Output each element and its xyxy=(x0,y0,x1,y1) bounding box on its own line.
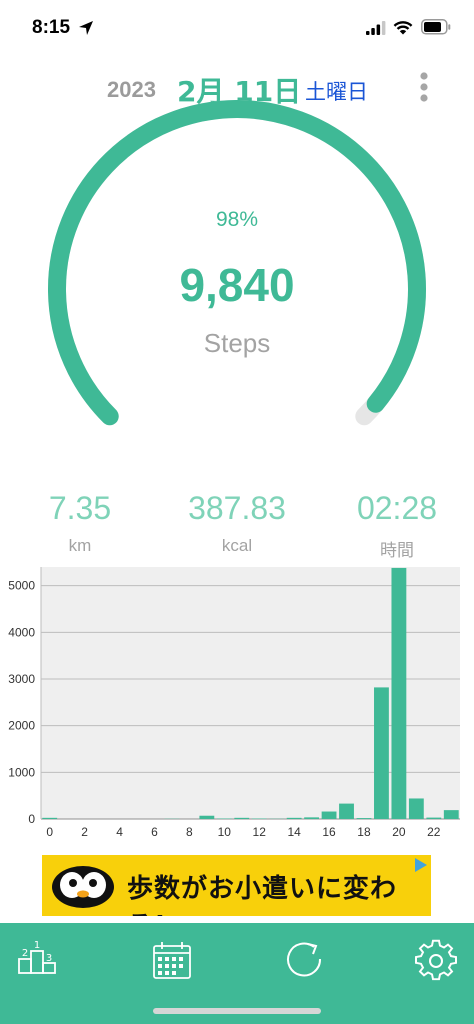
bar-hour-17 xyxy=(339,803,354,819)
status-bar: 8:15 xyxy=(0,0,474,60)
x-tick-label: 20 xyxy=(392,825,406,839)
distance-value: 7.35 xyxy=(48,490,112,526)
step-count: 9,840 xyxy=(179,259,295,311)
time-stat: 02:28 時間 xyxy=(317,490,474,561)
time-value: 02:28 xyxy=(356,490,438,526)
x-tick-label: 4 xyxy=(116,825,123,839)
bar-hour-16 xyxy=(321,811,337,819)
battery-icon xyxy=(421,19,451,35)
more-options-icon[interactable] xyxy=(412,70,436,104)
y-tick-label: 4000 xyxy=(8,625,35,639)
x-tick-label: 18 xyxy=(357,825,371,839)
wifi-icon xyxy=(393,21,413,35)
x-tick-label: 12 xyxy=(253,825,267,839)
home-indicator[interactable] xyxy=(153,1008,321,1014)
bar-hour-11 xyxy=(234,817,250,819)
bar-hour-23 xyxy=(443,810,459,819)
y-tick-label: 2000 xyxy=(8,719,35,733)
distance-stat: 7.35 km xyxy=(0,490,160,556)
bar-hour-19 xyxy=(374,687,389,819)
location-arrow-icon xyxy=(79,21,93,35)
bar-hour-18 xyxy=(356,818,372,819)
bar-hour-21 xyxy=(408,798,424,819)
ad-choices-icon[interactable] xyxy=(413,857,429,873)
x-tick-label: 8 xyxy=(186,825,193,839)
svg-text:3: 3 xyxy=(46,953,52,964)
y-tick-label: 3000 xyxy=(8,672,35,686)
ad-text: 歩数がお小遣いに変わる! xyxy=(127,874,398,916)
ad-banner[interactable]: 歩数がお小遣いに変わる! xyxy=(42,855,431,916)
y-tick-label: 1000 xyxy=(8,765,35,779)
penguin-icon xyxy=(52,866,114,908)
calories-value: 387.83 xyxy=(188,490,286,526)
x-tick-label: 0 xyxy=(46,825,53,839)
bar-hour-15 xyxy=(304,817,320,819)
settings-icon[interactable] xyxy=(412,937,460,985)
x-tick-label: 16 xyxy=(322,825,336,839)
y-axis-ticks: 0 1000 2000 3000 4000 5000 xyxy=(8,579,35,826)
time-unit: 時間 xyxy=(380,541,414,560)
bar-hour-22 xyxy=(426,817,442,819)
svg-text:2: 2 xyxy=(22,948,28,959)
x-tick-label: 2 xyxy=(81,825,88,839)
goal-percent: 98% xyxy=(215,208,259,231)
svg-text:1: 1 xyxy=(34,940,40,951)
x-tick-label: 14 xyxy=(287,825,301,839)
refresh-icon[interactable] xyxy=(280,937,328,985)
x-tick-label: 10 xyxy=(218,825,232,839)
calendar-icon[interactable] xyxy=(148,937,196,985)
bar-hour-0 xyxy=(42,817,58,819)
hourly-steps-chart: 0 1000 2000 3000 4000 5000 0 2 4 6 8 10 12 14 16 18 20 2… xyxy=(8,567,460,839)
x-tick-label: 22 xyxy=(427,825,441,839)
y-tick-label: 0 xyxy=(28,812,35,826)
status-time: 8:15 xyxy=(32,17,71,38)
ranking-icon[interactable]: 1 2 3 xyxy=(14,937,62,985)
step-unit-label: Steps xyxy=(203,328,271,358)
bar-hour-14 xyxy=(286,817,302,819)
calories-unit: kcal xyxy=(221,536,253,555)
x-tick-label: 6 xyxy=(151,825,158,839)
y-tick-label: 5000 xyxy=(8,579,35,593)
distance-unit: km xyxy=(68,536,92,555)
bar-hour-9 xyxy=(199,815,215,819)
bar-hour-20 xyxy=(391,567,407,819)
calories-stat: 387.83 kcal xyxy=(157,490,317,556)
x-axis-ticks: 0 2 4 6 8 10 12 14 16 18 20 22 xyxy=(46,825,440,839)
cellular-signal-icon xyxy=(366,21,386,35)
